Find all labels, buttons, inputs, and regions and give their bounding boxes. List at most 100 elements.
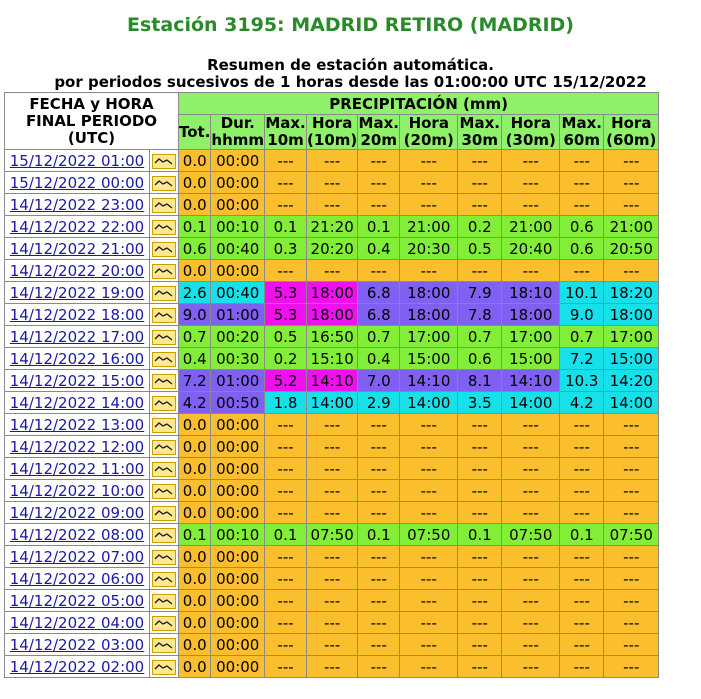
- graph-icon-cell[interactable]: [149, 215, 179, 238]
- graph-icon[interactable]: [152, 197, 176, 213]
- value-cell-1: 00:00: [210, 589, 266, 612]
- date-cell: 14/12/2022 17:00: [4, 325, 150, 348]
- graph-icon[interactable]: [152, 461, 176, 477]
- date-link[interactable]: 14/12/2022 04:00: [10, 614, 144, 632]
- graph-icon[interactable]: [152, 153, 176, 169]
- date-link[interactable]: 14/12/2022 18:00: [10, 306, 144, 324]
- graph-icon[interactable]: [152, 527, 176, 543]
- graph-icon-cell[interactable]: [149, 303, 179, 326]
- graph-icon-cell[interactable]: [149, 325, 179, 348]
- date-link[interactable]: 14/12/2022 03:00: [10, 636, 144, 654]
- graph-icon-cell[interactable]: [149, 171, 179, 194]
- date-link[interactable]: 14/12/2022 13:00: [10, 416, 144, 434]
- graph-icon-cell[interactable]: [149, 369, 179, 392]
- graph-icon[interactable]: [152, 549, 176, 565]
- graph-icon[interactable]: [152, 615, 176, 631]
- date-link[interactable]: 14/12/2022 11:00: [10, 460, 144, 478]
- date-link[interactable]: 14/12/2022 19:00: [10, 284, 144, 302]
- graph-icon[interactable]: [152, 395, 176, 411]
- graph-icon-cell[interactable]: [149, 347, 179, 370]
- value-cell-0: 9.0: [177, 303, 212, 326]
- date-link[interactable]: 15/12/2022 00:00: [10, 174, 144, 192]
- graph-icon-cell[interactable]: [149, 655, 179, 678]
- period-subtitle: por periodos sucesivos de 1 horas desde …: [54, 73, 647, 91]
- graph-icon-cell[interactable]: [149, 457, 179, 480]
- graph-icon-cell[interactable]: [149, 567, 179, 590]
- graph-icon[interactable]: [152, 351, 176, 367]
- graph-icon[interactable]: [152, 329, 176, 345]
- graph-icon[interactable]: [152, 659, 176, 675]
- value-cell-7: 21:00: [501, 215, 561, 238]
- graph-icon-cell[interactable]: [149, 501, 179, 524]
- value-cell-5: ---: [399, 171, 459, 194]
- graph-icon-cell[interactable]: [149, 545, 179, 568]
- graph-icon[interactable]: [152, 263, 176, 279]
- graph-icon[interactable]: [152, 307, 176, 323]
- graph-icon-cell[interactable]: [149, 523, 179, 546]
- date-link[interactable]: 14/12/2022 21:00: [10, 240, 144, 258]
- value-cell-2: 5.2: [264, 369, 308, 392]
- graph-icon[interactable]: [152, 175, 176, 191]
- date-link[interactable]: 14/12/2022 16:00: [10, 350, 144, 368]
- date-link[interactable]: 14/12/2022 06:00: [10, 570, 144, 588]
- graph-icon-cell[interactable]: [149, 413, 179, 436]
- graph-icon-cell[interactable]: [149, 281, 179, 304]
- graph-icon-cell[interactable]: [149, 149, 179, 172]
- value-cell-7: 17:00: [501, 325, 561, 348]
- graph-icon-cell[interactable]: [149, 633, 179, 656]
- graph-icon-cell[interactable]: [149, 435, 179, 458]
- graph-icon-cell[interactable]: [149, 611, 179, 634]
- value-cell-4: ---: [357, 457, 401, 480]
- date-link[interactable]: 14/12/2022 15:00: [10, 372, 144, 390]
- value-cell-8: 10.1: [559, 281, 605, 304]
- graph-icon-cell[interactable]: [149, 259, 179, 282]
- graph-icon-cell[interactable]: [149, 237, 179, 260]
- value-cell-6: 0.1: [457, 523, 503, 546]
- value-cell-3: ---: [306, 413, 359, 436]
- graph-icon[interactable]: [152, 637, 176, 653]
- date-link[interactable]: 14/12/2022 12:00: [10, 438, 144, 456]
- date-link[interactable]: 14/12/2022 23:00: [10, 196, 144, 214]
- graph-icon[interactable]: [152, 439, 176, 455]
- date-cell: 14/12/2022 10:00: [4, 479, 150, 502]
- date-link[interactable]: 14/12/2022 05:00: [10, 592, 144, 610]
- value-cell-9: 18:20: [603, 281, 660, 304]
- graph-icon[interactable]: [152, 241, 176, 257]
- value-cell-8: ---: [559, 259, 605, 282]
- value-cell-6: 0.6: [457, 347, 503, 370]
- graph-icon[interactable]: [152, 483, 176, 499]
- graph-icon[interactable]: [152, 505, 176, 521]
- column-header-8: Max. 60m: [559, 114, 605, 150]
- date-link[interactable]: 14/12/2022 17:00: [10, 328, 144, 346]
- graph-icon[interactable]: [152, 219, 176, 235]
- value-cell-1: 00:10: [210, 215, 266, 238]
- graph-icon-cell[interactable]: [149, 589, 179, 612]
- date-link[interactable]: 14/12/2022 10:00: [10, 482, 144, 500]
- graph-icon[interactable]: [152, 593, 176, 609]
- date-link[interactable]: 14/12/2022 22:00: [10, 218, 144, 236]
- date-link[interactable]: 14/12/2022 20:00: [10, 262, 144, 280]
- date-link[interactable]: 14/12/2022 02:00: [10, 658, 144, 676]
- value-cell-2: ---: [264, 611, 308, 634]
- graph-icon-cell[interactable]: [149, 193, 179, 216]
- graph-icon-cell[interactable]: [149, 479, 179, 502]
- value-cell-4: ---: [357, 501, 401, 524]
- table-row: 15/12/2022 00:00 0.0 00:00 --- --- --- --- --- -…: [4, 171, 660, 194]
- value-cell-8: 0.1: [559, 523, 605, 546]
- graph-icon[interactable]: [152, 373, 176, 389]
- date-link[interactable]: 14/12/2022 07:00: [10, 548, 144, 566]
- graph-icon[interactable]: [152, 571, 176, 587]
- date-link[interactable]: 15/12/2022 01:00: [10, 152, 144, 170]
- value-cell-1: 00:00: [210, 259, 266, 282]
- date-link[interactable]: 14/12/2022 08:00: [10, 526, 144, 544]
- date-link[interactable]: 14/12/2022 14:00: [10, 394, 144, 412]
- value-cell-8: ---: [559, 435, 605, 458]
- graph-icon[interactable]: [152, 285, 176, 301]
- date-link[interactable]: 14/12/2022 09:00: [10, 504, 144, 522]
- value-cell-9: ---: [603, 149, 660, 172]
- graph-icon[interactable]: [152, 417, 176, 433]
- value-cell-9: 14:20: [603, 369, 660, 392]
- graph-icon-cell[interactable]: [149, 391, 179, 414]
- date-cell: 14/12/2022 15:00: [4, 369, 150, 392]
- value-cell-9: 07:50: [603, 523, 660, 546]
